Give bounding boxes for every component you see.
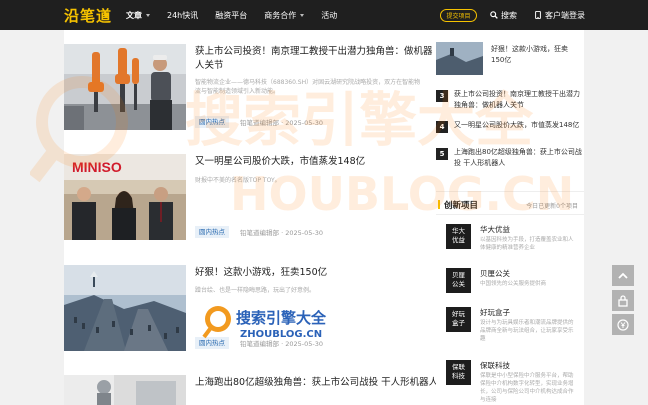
article-title[interactable]: 上海跑出80亿超级独角兽：获上市公司战投 干人形机器人 xyxy=(195,376,440,390)
article-meta: 铅笔道编辑部 · 2025-05-30 xyxy=(240,227,323,237)
sidebar: 好狠！这款小游戏，狂卖150亿 3 获上市公司投资！南京理工教授干出潜力独角兽：… xyxy=(436,30,584,405)
article-date: · 2025-05-30 xyxy=(281,340,323,348)
phone-icon xyxy=(535,11,541,19)
article-author[interactable]: 铅笔道编辑部 xyxy=(240,340,279,348)
rank-number: 5 xyxy=(436,148,448,160)
article-item[interactable]: MINISO 又一明星公司股价大跌，市值蒸发148亿 财报中不美的名名版TOP … xyxy=(64,154,440,240)
category-tag[interactable]: 圆内热点 xyxy=(195,226,229,238)
top-navbar: 沿笔道 文章 24h快讯 融资平台 商务合作 活动 提交项目 搜索 客户端 登录 xyxy=(0,0,648,30)
client-download-button[interactable]: 客户端 xyxy=(534,0,569,30)
category-tag[interactable]: 圆内热点 xyxy=(195,116,229,128)
share-button[interactable] xyxy=(612,290,634,311)
article-meta: 铅笔道编辑部 · 2025-05-30 xyxy=(240,117,323,127)
project-name[interactable]: 贝厘公关 xyxy=(480,268,510,279)
nav-articles[interactable]: 文章 xyxy=(126,10,150,21)
article-meta: 铅笔道编辑部 · 2025-05-30 xyxy=(240,338,323,348)
project-name[interactable]: 好玩盒子 xyxy=(480,307,510,318)
article-thumbnail[interactable] xyxy=(64,265,186,351)
site-logo[interactable]: 沿笔道 xyxy=(64,5,112,25)
search-icon xyxy=(490,11,498,19)
miniso-sign-text: MINISO xyxy=(72,159,122,175)
article-author[interactable]: 铅笔道编辑部 xyxy=(240,229,279,237)
article-item[interactable]: 好狠！这款小游戏，狂卖150亿 蹭台绘、也是一样隐晦思路，玩出了好意例。 圆内热… xyxy=(64,265,440,351)
project-logo[interactable]: 华大 优益 xyxy=(446,224,471,249)
project-name[interactable]: 保联科技 xyxy=(480,360,510,371)
article-title[interactable]: 好狠！这款小游戏，狂卖150亿 xyxy=(195,266,440,280)
project-logo[interactable]: 保联 科技 xyxy=(446,360,471,385)
main-nav: 文章 24h快讯 融资平台 商务合作 活动 xyxy=(126,0,354,30)
article-thumbnail[interactable]: MINISO xyxy=(64,154,186,240)
project-desc: 以基因科技为手段，打造覆盖农业和人体健康的精准营养企业 xyxy=(480,237,574,251)
nav-events[interactable]: 活动 xyxy=(321,10,337,21)
article-thumbnail[interactable] xyxy=(64,44,186,130)
section-title: 创新项目 xyxy=(444,201,479,211)
article-summary: 蹭台绘、也是一样隐晦思路，玩出了好意例。 xyxy=(195,287,316,294)
article-summary: 财报中不美的名名版TOP TOY。 xyxy=(195,177,281,184)
article-list: 获上市公司投资！南京理工教授干出潜力独角兽：做机器人关节 智能物流企业——德马科… xyxy=(64,30,440,405)
article-item[interactable]: 上海跑出80亿超级独角兽：获上市公司战投 干人形机器人 xyxy=(64,375,440,405)
article-thumbnail[interactable] xyxy=(64,375,186,405)
nav-business[interactable]: 商务合作 xyxy=(264,10,305,21)
yen-icon xyxy=(617,318,629,331)
project-logo[interactable]: 贝厘 公关 xyxy=(446,268,471,293)
nav-financing[interactable]: 融资平台 xyxy=(215,10,247,21)
back-to-top-button[interactable] xyxy=(612,265,634,286)
chevron-down-icon xyxy=(146,13,150,17)
sidebar-ranked-item[interactable]: 又一明星公司股价大跌，市值蒸发148亿 xyxy=(454,120,582,131)
sidebar-item-title[interactable]: 好狠！这款小游戏，狂卖150亿 xyxy=(491,44,581,66)
article-title[interactable]: 获上市公司投资！南京理工教授干出潜力独角兽：做机器人关节 xyxy=(195,45,440,73)
article-author[interactable]: 铅笔道编辑部 xyxy=(240,119,279,127)
project-desc: 保联是中小型保险中介服务平台，帮助保险中介机构数字化转型，实现业务增长，公司与保… xyxy=(480,373,574,403)
article-item[interactable]: 获上市公司投资！南京理工教授干出潜力独角兽：做机器人关节 智能物流企业——德马科… xyxy=(64,44,440,130)
sidebar-ranked-item[interactable]: 上海跑出80亿超级独角兽：获上市公司战投 干人形机器人 xyxy=(454,147,582,169)
sidebar-thumbnail[interactable] xyxy=(436,42,483,75)
project-desc: 中国领先的公关服务提供商 xyxy=(480,281,547,287)
project-name[interactable]: 华大优益 xyxy=(480,224,510,235)
chevron-down-icon xyxy=(300,13,305,17)
innovation-projects-header: 创新项目 今日已更新0个项目 xyxy=(436,191,584,215)
article-date: · 2025-05-30 xyxy=(281,229,323,237)
lock-icon xyxy=(618,294,628,307)
submit-project-button[interactable]: 提交项目 xyxy=(440,9,477,22)
update-count: 今日已更新0个项目 xyxy=(526,203,578,210)
project-logo[interactable]: 好玩 盒子 xyxy=(446,307,471,332)
article-date: · 2025-05-30 xyxy=(281,119,323,127)
rank-number: 4 xyxy=(436,121,448,133)
sidebar-ranked-item[interactable]: 获上市公司投资！南京理工教授干出潜力独角兽：做机器人关节 xyxy=(454,89,582,111)
chevron-up-icon xyxy=(618,272,628,279)
nav-24h[interactable]: 24h快讯 xyxy=(167,10,198,21)
category-tag[interactable]: 圆内热点 xyxy=(195,337,229,349)
search-button[interactable]: 搜索 xyxy=(490,0,517,30)
rank-number: 3 xyxy=(436,90,448,102)
project-desc: 设计与为玩具娱乐者和潮流品牌提供的品牌商全新与玩法组合，让玩家享受乐趣 xyxy=(480,320,574,342)
currency-button[interactable] xyxy=(612,314,634,335)
article-summary: 智能物流企业——德马科技（688360.SH）对固云湖研究院战略投资，双方在智能… xyxy=(195,79,421,95)
section-accent-bar xyxy=(438,200,440,209)
login-button[interactable]: 登录 xyxy=(569,0,585,30)
article-title[interactable]: 又一明星公司股价大跌，市值蒸发148亿 xyxy=(195,155,440,169)
